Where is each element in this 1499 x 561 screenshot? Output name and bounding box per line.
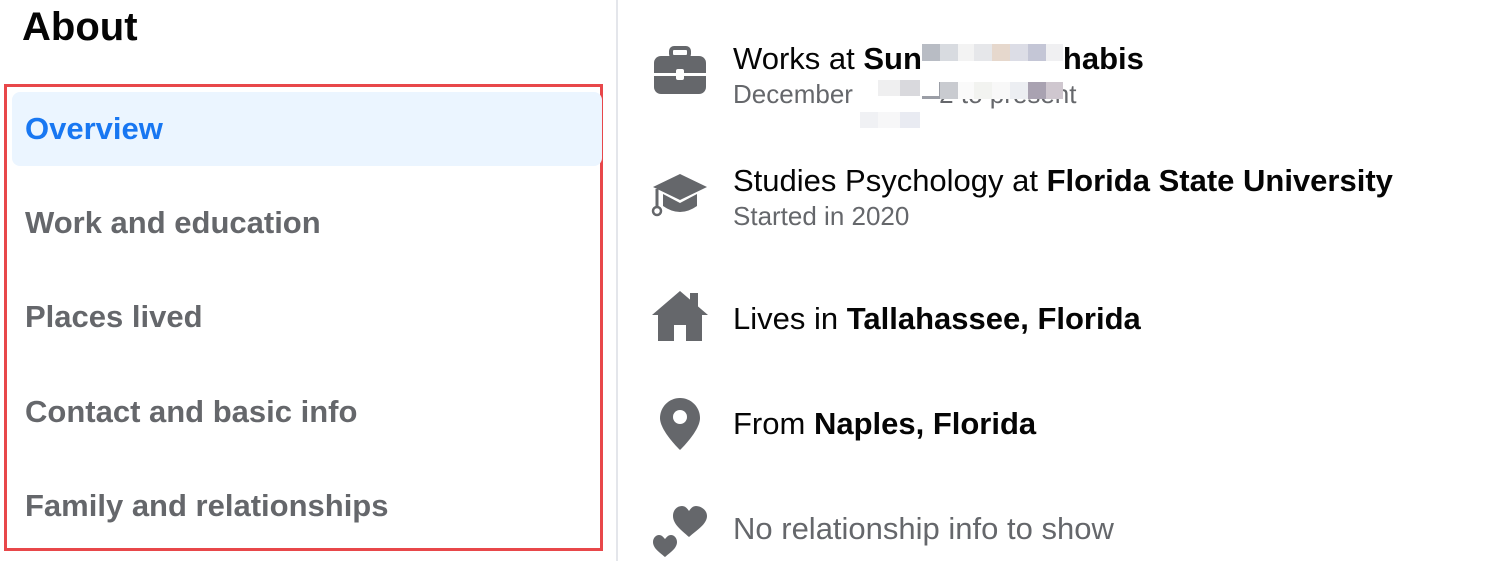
nav-item-work-and-education[interactable]: Work and education [12,186,602,260]
education-text: Studies Psychology at Florida State Univ… [733,162,1393,232]
column-divider [616,0,618,561]
page-title: About [22,5,138,49]
about-page: About Overview Work and education Places… [0,0,1499,561]
redaction-block [860,80,940,129]
home-icon [650,286,710,346]
location-pin-icon [650,394,710,454]
work-prefix: Works at [733,41,864,76]
employer-end[interactable]: habis [1063,41,1144,76]
from-text: From Naples, Florida [733,405,1036,443]
relationship-status: No relationship info to show [733,511,1114,546]
current-city-link[interactable]: Tallahassee, Florida [847,301,1141,336]
redaction-block [921,43,1063,99]
education-prefix: Studies Psychology at [733,163,1047,198]
relationship-text: No relationship info to show [733,510,1114,548]
briefcase-icon [650,42,710,102]
school-link[interactable]: Florida State University [1047,163,1393,198]
graduation-cap-icon [650,166,710,226]
employer-start[interactable]: Sun [863,41,922,76]
about-nav: Overview Work and education Places lived… [4,84,603,551]
work-text: Works at Sun habis December 2 to present [733,40,1144,129]
lives-prefix: Lives in [733,301,847,336]
lives-text: Lives in Tallahassee, Florida [733,300,1141,338]
nav-item-overview[interactable]: Overview [12,92,602,166]
hearts-icon [650,500,710,560]
work-dates-start: December [733,79,861,109]
from-prefix: From [733,406,814,441]
nav-item-places-lived[interactable]: Places lived [12,280,602,354]
nav-item-contact-and-basic-info[interactable]: Contact and basic info [12,375,602,449]
hometown-link[interactable]: Naples, Florida [814,406,1036,441]
nav-item-family-and-relationships[interactable]: Family and relationships [12,469,602,543]
education-started: Started in 2020 [733,201,910,231]
